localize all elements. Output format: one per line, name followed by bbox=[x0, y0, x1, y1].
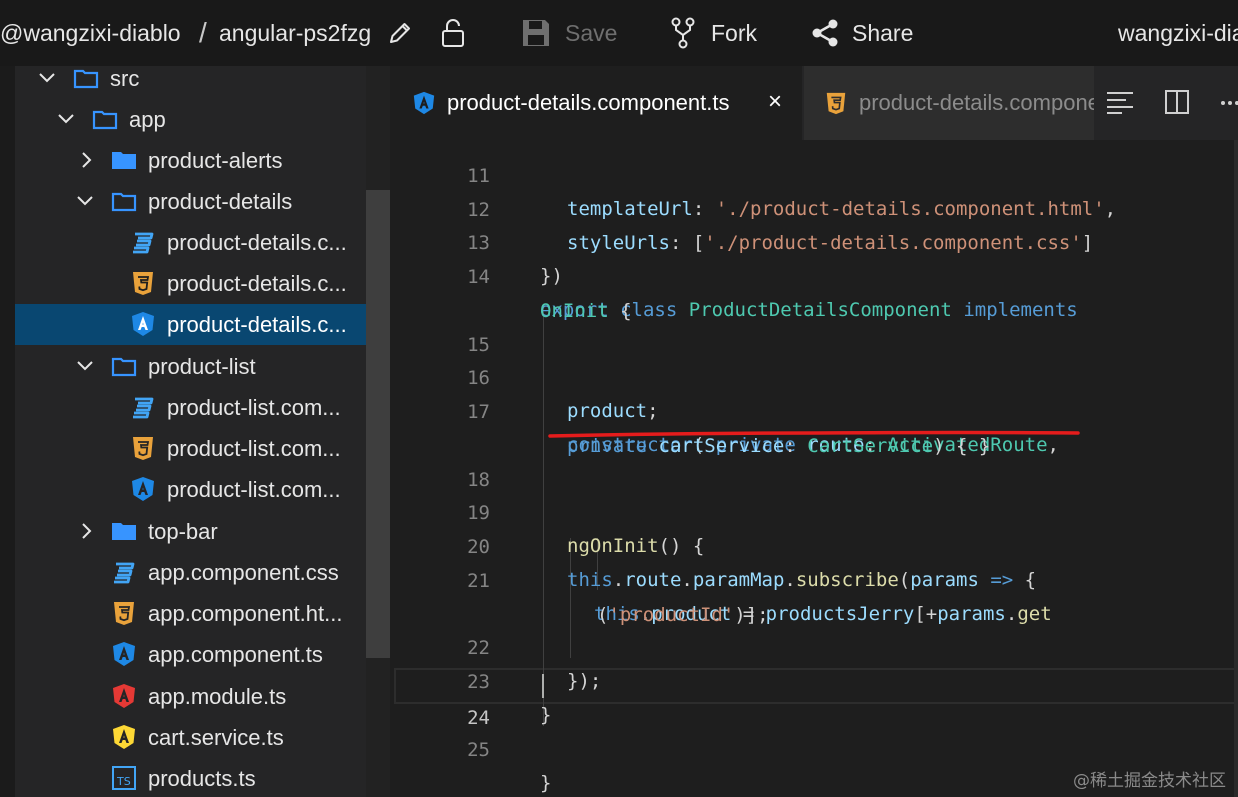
tab-product-details-html[interactable]: product-details.component.html bbox=[804, 66, 1094, 140]
code-line-wrap: private cartService: CartService) { } bbox=[567, 435, 991, 457]
tab-label: product-details.component.ts bbox=[447, 90, 730, 115]
folder-icon bbox=[111, 192, 137, 212]
code-line: 19 ngOnInit() { bbox=[467, 502, 705, 557]
split-editor-icon[interactable] bbox=[1164, 89, 1190, 115]
save-label: Save bbox=[565, 19, 618, 46]
code-line: 15 bbox=[467, 334, 490, 356]
folder-icon bbox=[92, 110, 118, 130]
tree-folder-product-list[interactable]: product-list bbox=[15, 346, 366, 387]
tab-product-details-ts[interactable]: product-details.component.ts × bbox=[390, 66, 802, 140]
code-line: 20 this.route.paramMap.subscribe(params … bbox=[467, 536, 1037, 591]
chevron-right-icon bbox=[82, 152, 92, 168]
red-annotation-underline bbox=[548, 430, 1080, 438]
folder-icon bbox=[111, 357, 137, 377]
share-icon bbox=[812, 19, 838, 47]
angular-icon bbox=[413, 91, 435, 115]
user-menu[interactable]: wangzixi-diablo bbox=[1118, 0, 1238, 66]
tree-folder-src[interactable]: src bbox=[15, 66, 366, 99]
angular-service-icon bbox=[113, 725, 135, 749]
format-lines-icon[interactable] bbox=[1106, 90, 1134, 114]
html5-icon bbox=[826, 92, 846, 115]
share-label: Share bbox=[852, 19, 914, 46]
tree-file-app-component-html[interactable]: app.component.ht... bbox=[15, 593, 366, 634]
sidebar-scrollbar-thumb[interactable] bbox=[366, 190, 390, 658]
chevron-down-icon bbox=[77, 361, 93, 371]
tree-file-app-module-ts[interactable]: app.module.ts bbox=[15, 676, 366, 717]
html5-file-icon bbox=[114, 602, 134, 625]
code-line: 25 } bbox=[467, 739, 552, 794]
folder-icon bbox=[112, 523, 136, 540]
editor-scrollbar[interactable] bbox=[1234, 140, 1238, 797]
tree-file-product-list-ts[interactable]: product-list.com... bbox=[15, 469, 366, 510]
html5-file-icon bbox=[133, 272, 153, 295]
fork-icon bbox=[671, 17, 695, 49]
more-actions-icon[interactable] bbox=[1220, 100, 1238, 106]
code-line-wrap: ('productId')]; bbox=[597, 604, 769, 626]
code-line: 17 constructor( private route: Activated… bbox=[467, 401, 1059, 456]
code-area[interactable]: 11 templateUrl: './product-details.compo… bbox=[390, 140, 1238, 797]
css-file-icon bbox=[133, 232, 154, 254]
folder-icon bbox=[73, 69, 99, 89]
angular-file-icon bbox=[113, 642, 135, 666]
code-line: 21 this.product = productsJerry[+params.… bbox=[467, 570, 1052, 625]
code-line-current: 24 bbox=[390, 669, 1238, 729]
chevron-right-icon bbox=[82, 523, 92, 539]
code-line: 11 templateUrl: './product-details.compo… bbox=[467, 165, 1117, 220]
code-line: 13 }) bbox=[467, 232, 563, 287]
css-file-icon bbox=[133, 397, 154, 419]
typescript-file-icon: TS bbox=[112, 766, 136, 790]
tree-folder-product-details[interactable]: product-details bbox=[15, 181, 366, 222]
project-name[interactable]: angular-ps2fzg bbox=[219, 0, 371, 66]
code-line: 22 }); bbox=[467, 637, 602, 692]
share-button[interactable]: Share bbox=[810, 0, 913, 66]
folder-icon bbox=[112, 152, 136, 169]
fork-button[interactable]: Fork bbox=[669, 0, 757, 66]
tree-file-product-details-css[interactable]: product-details.c... bbox=[15, 222, 366, 263]
fork-label: Fork bbox=[711, 19, 757, 46]
owner-link[interactable]: @wangzixi-diablo bbox=[0, 0, 181, 66]
save-icon bbox=[523, 20, 549, 46]
save-button[interactable]: Save bbox=[520, 0, 617, 66]
css-file-icon bbox=[114, 562, 135, 584]
code-line: 23 } bbox=[467, 671, 552, 726]
tree-folder-product-alerts[interactable]: product-alerts bbox=[15, 140, 366, 181]
code-line: 14 export class ProductDetailsComponent … bbox=[467, 266, 1078, 321]
tree-file-product-list-css[interactable]: product-list.com... bbox=[15, 387, 366, 428]
path-separator: / bbox=[199, 17, 207, 48]
chevron-down-icon bbox=[77, 196, 93, 206]
angular-module-icon bbox=[113, 684, 135, 708]
code-line-wrap: OnInit { bbox=[540, 300, 632, 322]
watermark: @稀土掘金技术社区 bbox=[1073, 771, 1226, 791]
angular-file-icon bbox=[132, 312, 154, 336]
tree-folder-app[interactable]: app bbox=[15, 99, 366, 140]
file-explorer: src app product-alerts product-details p… bbox=[0, 66, 390, 797]
chevron-down-icon bbox=[58, 114, 74, 124]
tree-file-app-component-css[interactable]: app.component.css bbox=[15, 552, 366, 593]
editor-actions bbox=[1094, 66, 1238, 140]
tree-file-product-details-html[interactable]: product-details.c... bbox=[15, 263, 366, 304]
tab-label: product-details.component.html bbox=[859, 90, 1094, 115]
editor-tab-bar: product-details.component.ts × product-d… bbox=[390, 66, 1238, 140]
svg-text:TS: TS bbox=[116, 775, 131, 788]
chevron-down-icon bbox=[39, 73, 55, 83]
close-tab-icon[interactable]: × bbox=[768, 88, 782, 116]
tree-folder-top-bar[interactable]: top-bar bbox=[15, 511, 366, 552]
tree-file-product-list-html[interactable]: product-list.com... bbox=[15, 428, 366, 469]
top-bar: @wangzixi-diablo / angular-ps2fzg Save F… bbox=[0, 0, 1238, 66]
code-line: 16 product; bbox=[467, 367, 659, 422]
angular-file-icon bbox=[132, 477, 154, 501]
text-cursor bbox=[542, 674, 544, 698]
edit-name-icon[interactable] bbox=[386, 0, 414, 66]
code-line: 12 styleUrls: ['./product-details.compon… bbox=[467, 199, 1094, 254]
html5-file-icon bbox=[133, 437, 153, 460]
file-tree: src app product-alerts product-details p… bbox=[15, 66, 366, 797]
tree-file-products-ts[interactable]: TS products.ts bbox=[15, 758, 366, 797]
unlock-icon[interactable] bbox=[440, 0, 466, 66]
tree-file-cart-service-ts[interactable]: cart.service.ts bbox=[15, 717, 366, 758]
tree-file-app-component-ts[interactable]: app.component.ts bbox=[15, 634, 366, 675]
tree-file-product-details-ts[interactable]: product-details.c... bbox=[15, 304, 366, 345]
